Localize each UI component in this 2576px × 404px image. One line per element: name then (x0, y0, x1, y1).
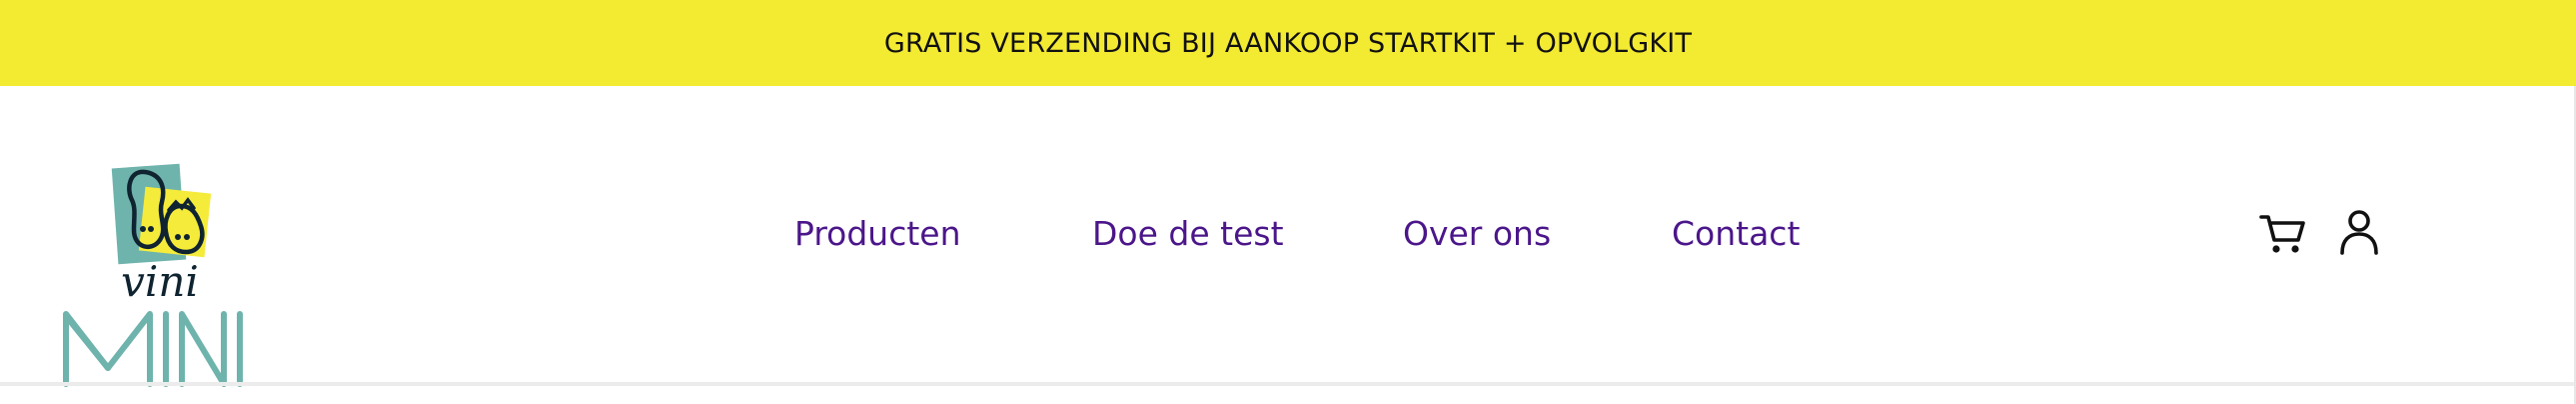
vini-mini-logo[interactable]: vini MINI (60, 136, 260, 404)
user-icon (2340, 210, 2378, 255)
announcement-bar: GRATIS VERZENDING BIJ AANKOOP STARTKIT +… (0, 0, 2576, 86)
page: GRATIS VERZENDING BIJ AANKOOP STARTKIT +… (0, 0, 2576, 404)
nav-item-label: Over ons (1403, 213, 1552, 253)
cart-button[interactable] (2252, 202, 2314, 264)
cart-icon (2259, 215, 2305, 253)
nav-item-label: Producten (794, 213, 961, 253)
main-navigation: Producten Doe de test Over ons Contact (0, 203, 2576, 263)
account-button[interactable] (2328, 202, 2390, 264)
nav-item-over-ons[interactable]: Over ons (1403, 203, 1551, 263)
header-divider (0, 382, 2576, 386)
logo-graphic: vini MINI (63, 163, 243, 387)
nav-item-producten[interactable]: Producten (794, 203, 961, 263)
nav-item-doe-de-test[interactable]: Doe de test (1092, 203, 1284, 263)
nav-item-contact[interactable]: Contact (1672, 203, 1800, 263)
nav-item-label: Contact (1672, 213, 1801, 253)
logo-script-text: vini (121, 257, 199, 306)
site-header: vini MINI Producten Doe de test Over ons… (0, 86, 2576, 387)
nav-item-label: Doe de test (1092, 213, 1284, 253)
announcement-text: GRATIS VERZENDING BIJ AANKOOP STARTKIT +… (883, 27, 1693, 59)
